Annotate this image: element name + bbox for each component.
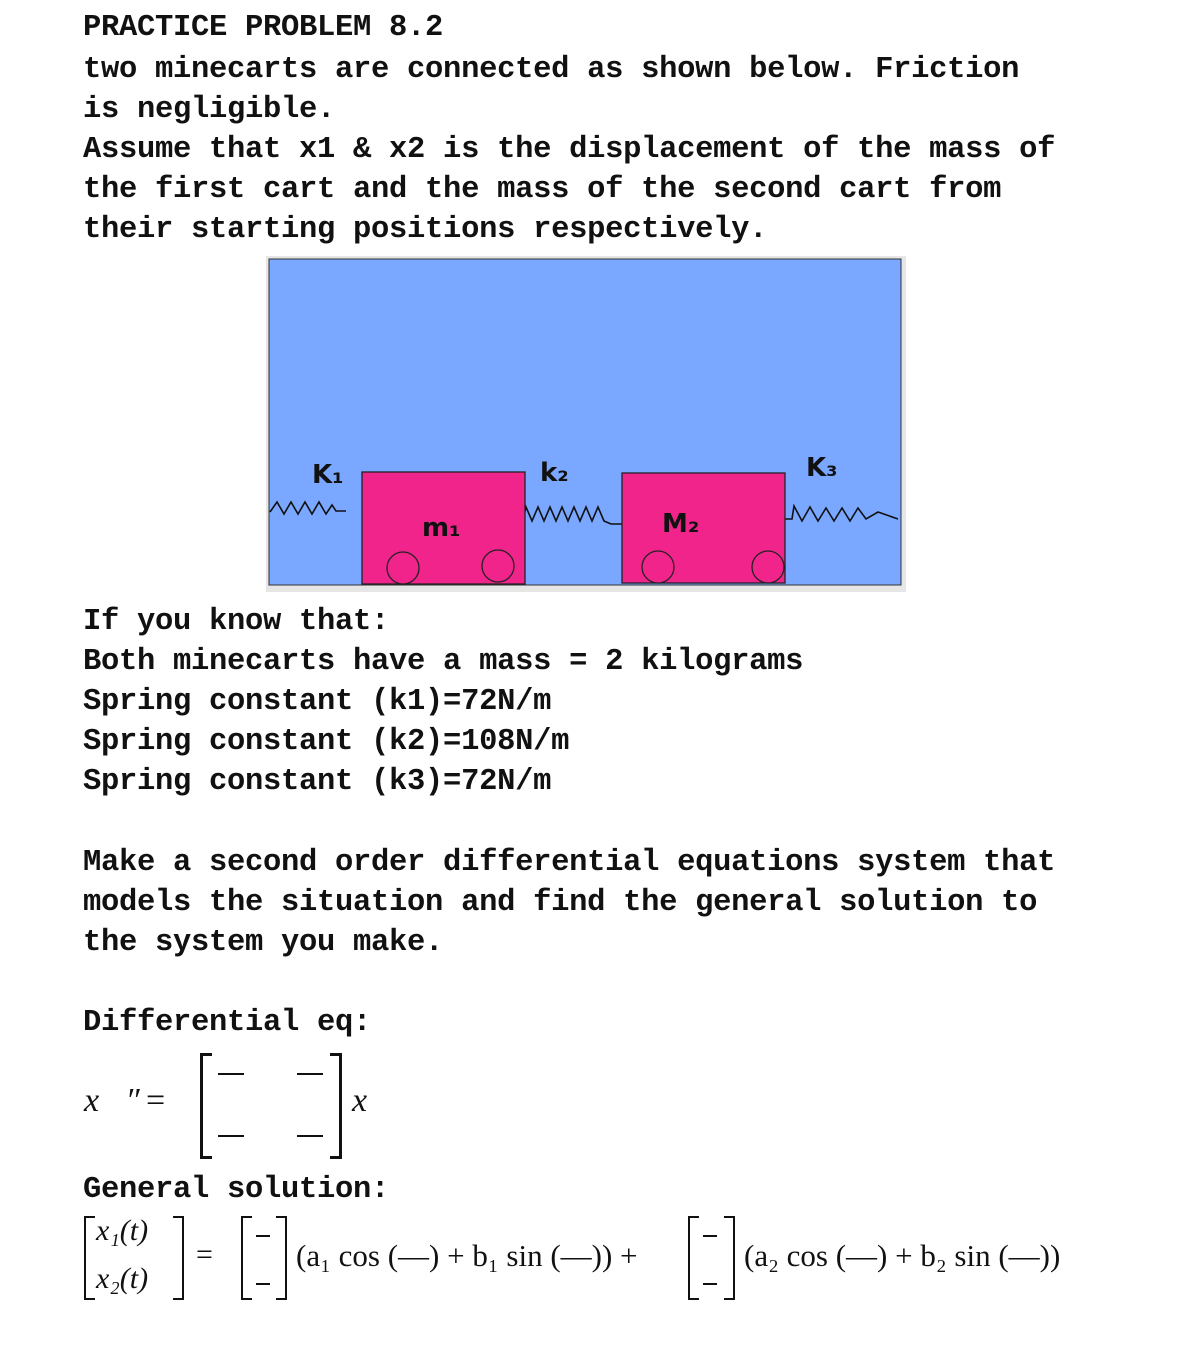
- label-k1: K₁: [312, 460, 344, 490]
- intro-line: Assume that x1 & x2 is the displacement …: [83, 133, 1056, 167]
- task-line: Make a second order differential equatio…: [83, 846, 1056, 880]
- differential-heading: Differential eq:: [83, 1006, 372, 1040]
- task-line: models the situation and find the genera…: [83, 886, 1038, 920]
- given-line: Both minecarts have a mass = 2 kilograms: [83, 645, 804, 679]
- task-line: the system you make.: [83, 926, 444, 960]
- solution-term2: (a₂ cos (—) + b₂ sin (—)): [744, 1238, 1061, 1273]
- intro-line: their starting positions respectively.: [83, 213, 768, 247]
- matrix-left-bracket: [200, 1053, 212, 1159]
- given-line: Spring constant (k1)=72N/m: [83, 685, 552, 719]
- solution-term1: (a₁ cos (—) + b₁ sin (—)) +: [296, 1238, 638, 1273]
- solution-equals: =: [196, 1238, 213, 1271]
- label-m2: M₂: [662, 509, 699, 539]
- x-vector-right-bracket: [173, 1216, 184, 1300]
- problem-title: PRACTICE PROBLEM 8.2: [83, 11, 444, 45]
- intro-line: the first cart and the mass of the secon…: [83, 173, 1002, 207]
- eigvec2-left-bracket: [688, 1216, 699, 1300]
- matrix-blank-a11[interactable]: [218, 1073, 244, 1075]
- matrix-right-bracket: [330, 1053, 342, 1159]
- eigvec1-right-bracket: [276, 1216, 287, 1300]
- given-heading: If you know that:: [83, 605, 390, 639]
- intro-line: two minecarts are connected as shown bel…: [83, 53, 1020, 87]
- label-k3: K₃: [806, 453, 838, 483]
- given-line: Spring constant (k2)=108N/m: [83, 725, 570, 759]
- solution-heading: General solution:: [83, 1173, 390, 1207]
- intro-line: is negligible.: [83, 93, 336, 127]
- x2-of-t: x₂(t): [96, 1262, 149, 1295]
- label-m1: m₁: [422, 513, 460, 543]
- minecart-diagram: K₁ k₂ K₃ m₁ M₂: [266, 256, 906, 592]
- eigvec2-blank-top[interactable]: [703, 1235, 717, 1237]
- eigvec2-right-bracket: [724, 1216, 735, 1300]
- eigvec1-blank-top[interactable]: [256, 1235, 270, 1237]
- x-vector-left-bracket: [84, 1216, 95, 1300]
- matrix-blank-a21[interactable]: [218, 1135, 244, 1137]
- equals-sign: =: [146, 1082, 166, 1119]
- matrix-blank-a12[interactable]: [297, 1073, 323, 1075]
- matrix-blank-a22[interactable]: [297, 1135, 323, 1137]
- given-line: Spring constant (k3)=72N/m: [83, 765, 552, 799]
- lhs-x-double-prime: x⃗″: [84, 1082, 140, 1119]
- rhs-x-vector: x⃗: [352, 1082, 394, 1119]
- label-k2: k₂: [540, 458, 569, 488]
- eigvec2-blank-bottom[interactable]: [703, 1283, 717, 1285]
- eigvec1-left-bracket: [241, 1216, 252, 1300]
- eigvec1-blank-bottom[interactable]: [256, 1283, 270, 1285]
- x1-of-t: x₁(t): [96, 1214, 149, 1247]
